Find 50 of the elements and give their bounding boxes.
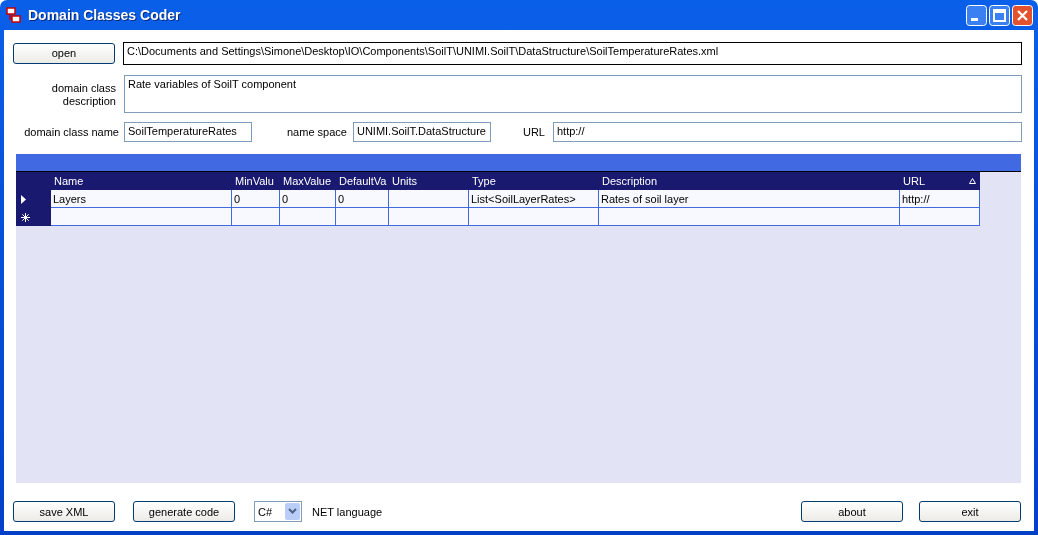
table-cell[interactable]: http:// [900,190,980,208]
url-label: URL [522,126,545,138]
column-header[interactable]: MinValu [232,172,280,190]
table-cell[interactable] [599,208,900,226]
description-label: domain class description [50,81,116,109]
row-header[interactable] [16,208,51,226]
table-cell[interactable]: 0 [232,190,280,208]
column-header[interactable]: URL [900,172,980,190]
minimize-button[interactable] [966,4,987,26]
caret-icon [285,503,300,520]
column-header[interactable]: DefaultVa [336,172,389,190]
table-cell[interactable]: 0 [336,190,389,208]
column-header[interactable]: MaxValue [280,172,336,190]
name-space-field[interactable]: UNIMI.SoilT.DataStructure [352,122,491,142]
exit-button[interactable]: exit [919,501,1021,522]
language-label: NET language [312,505,383,518]
table-cell[interactable]: Rates of soil layer [599,190,900,208]
class-name-field[interactable]: SoilTemperatureRates [124,122,252,142]
name-space-label: name space [287,126,347,138]
sort-icon [969,178,976,184]
about-button[interactable]: about [801,501,903,522]
table-cell[interactable]: 0 [280,190,336,208]
table-cell[interactable] [469,208,599,226]
column-header[interactable]: Name [51,172,232,190]
open-button[interactable]: open [13,42,115,64]
generate-code-button[interactable]: generate code [133,501,235,522]
column-header[interactable]: Units [389,172,469,190]
table-cell[interactable] [389,208,469,226]
class-name-label: domain class name [23,126,119,138]
table-cell[interactable] [232,208,280,226]
window-title: Domain Classes Coder [28,7,181,23]
close-button[interactable] [1012,4,1033,26]
maximize-button[interactable] [989,4,1010,26]
app-icon [6,7,22,23]
save-xml-button[interactable]: save XML [13,501,115,522]
url-field[interactable]: http:// [552,122,1022,142]
table-cell[interactable]: List<SoilLayerRates> [469,190,599,208]
table-cell[interactable] [900,208,980,226]
description-field[interactable]: Rate variables of SoilT component [124,75,1022,113]
table-cell[interactable] [389,190,469,208]
current-row-icon [21,194,26,204]
table-cell[interactable] [51,208,232,226]
column-header[interactable]: Type [469,172,599,190]
new-row-icon [21,212,30,222]
path-field[interactable]: C:\Documents and Settings\Simone\Desktop\IO\Components\SoilT\UNIMI.SoilT\DataStructure\SoilTemperatureRates.xml [123,41,1022,65]
table-cell[interactable]: Layers [51,190,232,208]
column-header[interactable]: Description [599,172,900,190]
table-cell[interactable] [280,208,336,226]
language-dropdown[interactable]: C# [254,501,302,522]
table-cell[interactable] [336,208,389,226]
